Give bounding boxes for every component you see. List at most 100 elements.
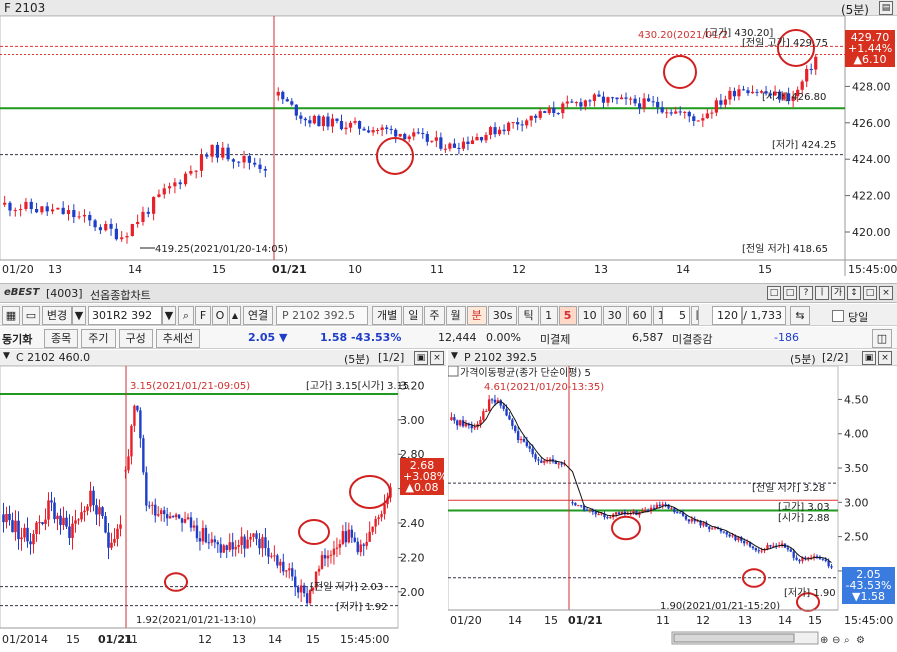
right-chart-config-icon[interactable]: ▣: [862, 351, 876, 365]
candle-body: [371, 130, 375, 133]
period-button-2[interactable]: 주: [424, 306, 445, 325]
candle-body: [642, 98, 646, 109]
candle-body: [416, 132, 420, 134]
top-chart-scroll-icon[interactable]: ▤: [879, 1, 893, 15]
candle-body: [23, 527, 26, 538]
candle-body: [330, 118, 335, 127]
right-chart-close-icon[interactable]: ×: [878, 351, 892, 365]
change-dropdown-icon[interactable]: ▼: [72, 306, 86, 325]
toolbar: ▦ ▭ 변경 ▼ 301R2 392 ▼ ⌕ F O ▲ 연결 P 2102 3…: [0, 304, 897, 326]
candle-body: [676, 512, 679, 514]
left-chart-config-icon[interactable]: ▣: [414, 351, 428, 365]
left-xtick-label: 13: [232, 633, 246, 646]
candle-body: [68, 526, 71, 538]
candle-body: [626, 513, 629, 515]
candle-body: [508, 415, 511, 420]
row2-tab-2[interactable]: 구성: [118, 329, 153, 348]
period-button-9[interactable]: 10: [577, 306, 602, 325]
period-button-5[interactable]: 30s: [487, 306, 518, 325]
left-ytick-label: 2.40: [400, 517, 425, 530]
top-xtick-label: 13: [594, 263, 608, 276]
left-chart-close-icon[interactable]: ×: [430, 351, 444, 365]
right-xtick-label: 11: [656, 614, 670, 627]
window-button-3[interactable]: ㅣ: [815, 286, 829, 300]
right-chart[interactable]: 4.504.003.503.002.502.00가격이동평균(종가 단순이평) …: [448, 366, 897, 652]
candle-body: [751, 546, 755, 549]
candle-body: [466, 141, 470, 145]
candle-body: [154, 504, 157, 516]
candle-body: [34, 209, 39, 213]
candle-body: [323, 555, 327, 559]
period-button-8[interactable]: 5: [558, 306, 577, 325]
left-chart-header: ▼ C 2102 460.0 (5분) [1/2] ▣ ×: [0, 350, 446, 366]
candle-body: [194, 170, 198, 172]
window-button-1[interactable]: □: [783, 286, 797, 300]
left-chart[interactable]: 3.203.002.802.602.402.202.003.15(2021/01…: [0, 366, 446, 652]
candle-body: [470, 425, 473, 429]
period-button-4[interactable]: 분: [466, 306, 487, 325]
period-button-11[interactable]: 60: [627, 306, 652, 325]
change-button[interactable]: 변경: [42, 306, 72, 325]
favorite-icon[interactable]: F: [195, 306, 211, 325]
app-titlebar: eBEST [4003] 선옵종합차트 □ □? ㅣ 가 ↕ □ ×: [0, 283, 897, 303]
top-open-annotation: [시가] 426.80: [762, 91, 826, 103]
candle-body: [560, 463, 563, 465]
candle-body: [624, 97, 628, 99]
window-button-0[interactable]: □: [767, 286, 781, 300]
candle-body: [139, 410, 142, 439]
row2-tab-3[interactable]: 추세선: [155, 329, 201, 348]
window-button-7[interactable]: ×: [879, 286, 893, 300]
period-button-6[interactable]: 틱: [518, 306, 539, 325]
link-button[interactable]: 연결: [243, 306, 273, 325]
candle-body: [210, 539, 214, 543]
candle-body: [412, 132, 416, 137]
candle-body: [125, 235, 129, 238]
code-dropdown-icon[interactable]: ▼: [162, 306, 176, 325]
count-input-a[interactable]: 5: [662, 306, 690, 325]
zoom-out-icon: ⊖: [832, 635, 840, 646]
candle-body: [234, 546, 237, 550]
count-separator-icon[interactable]: ㅣ: [691, 306, 702, 325]
refresh-icon[interactable]: ⇆: [790, 306, 810, 325]
period-button-0[interactable]: 개별: [372, 306, 403, 325]
period-button-1[interactable]: 일: [403, 306, 424, 325]
candle-body: [299, 585, 303, 593]
left-price-tag-chg: ▲0.08: [405, 481, 439, 494]
candle-body: [701, 118, 705, 121]
layout-icon[interactable]: ▦: [2, 306, 20, 325]
left-xtick-label: 12: [198, 633, 212, 646]
option-icon[interactable]: O: [212, 306, 228, 325]
top-chart[interactable]: 428.00426.00424.00422.00420.00430.20(202…: [0, 16, 897, 276]
candle-body: [294, 104, 298, 116]
spin-icon[interactable]: ▲: [229, 306, 241, 325]
candle-body: [160, 510, 163, 515]
same-day-checkbox[interactable]: [832, 310, 844, 322]
count-input-b[interactable]: 120: [712, 306, 742, 325]
period-button-10[interactable]: 30: [602, 306, 627, 325]
candle-body: [258, 164, 262, 169]
code-input[interactable]: 301R2 392: [88, 306, 162, 325]
right-collapse-icon[interactable]: ▼: [451, 351, 458, 361]
search-icon[interactable]: ⌕: [178, 306, 194, 325]
candle-body: [425, 134, 429, 142]
screen-icon[interactable]: ▭: [22, 306, 40, 325]
left-xtick-label: 14: [268, 633, 282, 646]
candle-body: [434, 137, 438, 141]
panel-toggle-icon[interactable]: ◫: [872, 329, 892, 348]
top-ytick-label: 424.00: [852, 153, 891, 166]
candle-body: [264, 537, 267, 549]
candle-body: [317, 115, 321, 127]
candle-body: [157, 514, 160, 516]
candle-body: [167, 186, 172, 189]
row2-tab-0[interactable]: 종목: [44, 329, 79, 348]
window-button-5[interactable]: ↕: [847, 286, 861, 300]
window-button-2[interactable]: ?: [799, 286, 813, 300]
candle-body: [821, 558, 824, 560]
period-button-7[interactable]: 1: [539, 306, 558, 325]
window-button-4[interactable]: 가: [831, 286, 845, 300]
candle-body: [225, 545, 228, 550]
period-button-3[interactable]: 월: [445, 306, 466, 325]
left-collapse-icon[interactable]: ▼: [3, 351, 10, 361]
row2-tab-1[interactable]: 주기: [81, 329, 116, 348]
window-button-6[interactable]: □: [863, 286, 877, 300]
